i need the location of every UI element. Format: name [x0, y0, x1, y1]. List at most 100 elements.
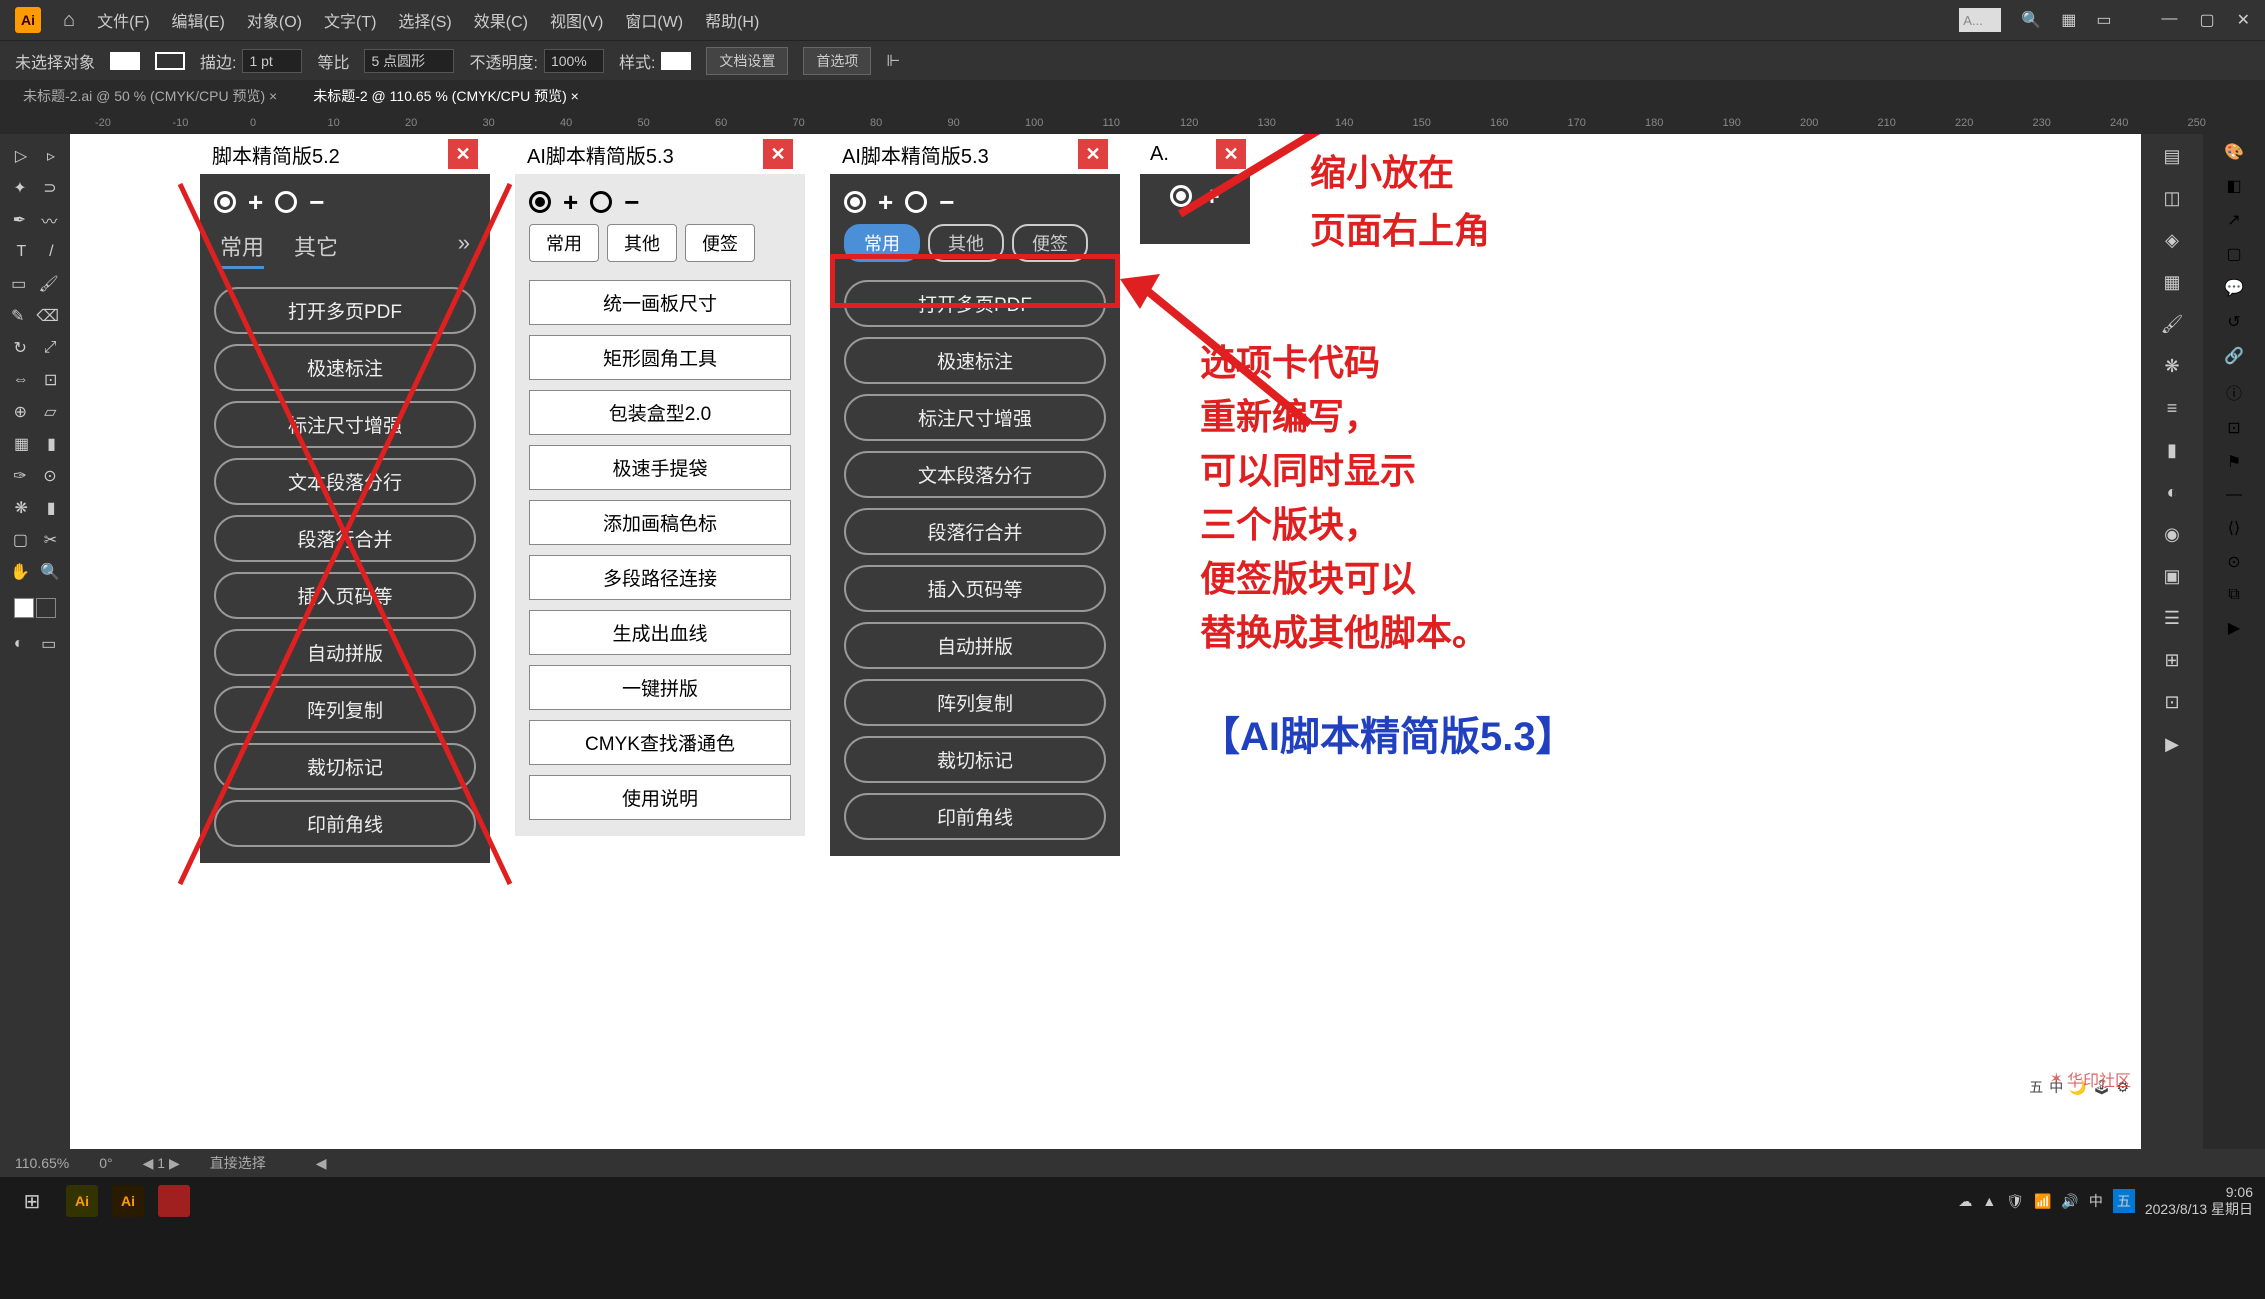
- menu-object[interactable]: 对象(O): [247, 8, 302, 32]
- swatches-icon[interactable]: ▦: [2158, 268, 2186, 296]
- scale-tool-icon[interactable]: ⤢: [44, 339, 57, 357]
- script-button[interactable]: 插入页码等: [844, 565, 1106, 612]
- menu-edit[interactable]: 编辑(E): [172, 8, 225, 32]
- blend-tool-icon[interactable]: ⊙: [43, 466, 56, 486]
- symbol-sprayer-tool-icon[interactable]: ❋: [14, 498, 27, 518]
- script-button[interactable]: 自动拼版: [214, 629, 476, 676]
- radio-off-icon[interactable]: [590, 191, 612, 213]
- tab-common[interactable]: 常用: [844, 224, 920, 262]
- brush-tool-icon[interactable]: 🖌: [39, 274, 59, 294]
- magic-wand-tool-icon[interactable]: ✦: [13, 178, 26, 198]
- align-icon[interactable]: ☰: [2158, 604, 2186, 632]
- minimize-icon[interactable]: —: [2161, 10, 2177, 30]
- menu-type[interactable]: 文字(T): [324, 8, 376, 32]
- navigator-icon[interactable]: ⊡: [2227, 418, 2240, 438]
- tray-icon[interactable]: ☁: [1958, 1193, 1972, 1210]
- search-icon[interactable]: 🔍: [2021, 10, 2041, 30]
- libraries-icon[interactable]: ◈: [2158, 226, 2186, 254]
- menu-help[interactable]: 帮助(H): [705, 8, 759, 32]
- clock[interactable]: 9:06 2023/8/13 星期日: [2145, 1184, 2253, 1218]
- ai-app-icon[interactable]: Ai: [66, 1185, 98, 1217]
- tray-icon[interactable]: ▲: [1982, 1193, 1996, 1209]
- actions-icon[interactable]: ▶: [2158, 730, 2186, 758]
- script-button[interactable]: 自动拼版: [844, 622, 1106, 669]
- tray-ime2[interactable]: 五: [2113, 1189, 2135, 1213]
- script-button[interactable]: 裁切标记: [214, 743, 476, 790]
- history-icon[interactable]: ↺: [2227, 312, 2240, 332]
- script-button[interactable]: 多段路径连接: [529, 555, 791, 600]
- script-button[interactable]: 文本段落分行: [214, 458, 476, 505]
- fill-swatch[interactable]: [110, 52, 140, 70]
- script-button[interactable]: CMYK查找潘通色: [529, 720, 791, 765]
- tab-doc1[interactable]: 未标题-2.ai @ 50 % (CMYK/CPU 预览) ×: [15, 86, 285, 106]
- script-button[interactable]: 生成出血线: [529, 610, 791, 655]
- close-icon[interactable]: ✕: [2237, 10, 2250, 30]
- brushes-icon[interactable]: 🖌: [2158, 310, 2186, 338]
- menu-window[interactable]: 窗口(W): [625, 8, 683, 32]
- menu-select[interactable]: 选择(S): [398, 8, 451, 32]
- script-button[interactable]: 印前角线: [844, 793, 1106, 840]
- script-button[interactable]: 极速标注: [214, 344, 476, 391]
- tab-common[interactable]: 常用: [220, 230, 264, 269]
- svg-icon[interactable]: ⊙: [2227, 552, 2240, 572]
- rotate-indicator[interactable]: 0°: [99, 1155, 112, 1171]
- tab-doc2[interactable]: 未标题-2 @ 110.65 % (CMYK/CPU 预览) ×: [305, 86, 587, 106]
- app-icon[interactable]: [158, 1185, 190, 1217]
- perspective-tool-icon[interactable]: ▱: [44, 402, 56, 422]
- script-button[interactable]: 包装盒型2.0: [529, 390, 791, 435]
- menu-file[interactable]: 文件(F): [97, 8, 149, 32]
- script-button[interactable]: 打开多页PDF: [844, 280, 1106, 327]
- width-tool-icon[interactable]: ⇔: [13, 371, 29, 389]
- transparency-icon[interactable]: ◐: [2158, 478, 2186, 506]
- start-icon[interactable]: ⊞: [12, 1181, 52, 1221]
- mesh-tool-icon[interactable]: ▦: [14, 434, 29, 454]
- radio-off-icon[interactable]: [905, 191, 927, 213]
- screen-mode-icon[interactable]: ▭: [41, 634, 56, 654]
- ai-app-icon-2[interactable]: Ai: [112, 1185, 144, 1217]
- shape-builder-tool-icon[interactable]: ⊕: [14, 402, 27, 422]
- stroke-width-input[interactable]: [242, 49, 302, 73]
- script-button[interactable]: 使用说明: [529, 775, 791, 820]
- script-button[interactable]: 段落行合并: [214, 515, 476, 562]
- opacity-input[interactable]: [544, 49, 604, 73]
- graph-tool-icon[interactable]: ▮: [47, 498, 56, 518]
- close-button[interactable]: ✕: [1078, 139, 1108, 169]
- style-swatch[interactable]: [661, 52, 691, 70]
- color-icon[interactable]: 🎨: [2224, 142, 2244, 162]
- maximize-icon[interactable]: ▢: [2199, 10, 2214, 30]
- selection-tool-icon[interactable]: ▷: [15, 146, 27, 166]
- css-icon[interactable]: ⟨⟩: [2228, 518, 2240, 538]
- radio-on-icon[interactable]: [844, 191, 866, 213]
- pathfinder-icon[interactable]: ⊞: [2158, 646, 2186, 674]
- graphic-styles-icon[interactable]: ▣: [2158, 562, 2186, 590]
- stroke-icon[interactable]: ≡: [2158, 394, 2186, 422]
- script-button[interactable]: 印前角线: [214, 800, 476, 847]
- tab-notes[interactable]: 便签: [685, 224, 755, 262]
- artboard-nav[interactable]: ◀ 1 ▶: [143, 1155, 180, 1172]
- free-transform-tool-icon[interactable]: ⊡: [44, 370, 57, 390]
- close-button[interactable]: ✕: [763, 139, 793, 169]
- artboard-tool-icon[interactable]: ▢: [13, 530, 28, 550]
- eraser-tool-icon[interactable]: ⌫: [36, 306, 59, 326]
- script-button[interactable]: 阵列复制: [214, 686, 476, 733]
- menu-effect[interactable]: 效果(C): [474, 8, 528, 32]
- close-button[interactable]: ✕: [448, 139, 478, 169]
- comments-icon[interactable]: 💬: [2224, 278, 2244, 298]
- script-button[interactable]: 矩形圆角工具: [529, 335, 791, 380]
- play-icon[interactable]: ▶: [2228, 618, 2240, 638]
- canvas[interactable]: 脚本精简版5.2✕ +− 常用 其它 » 打开多页PDF 极速标注 标注尺寸增强…: [70, 134, 2141, 1149]
- info-icon[interactable]: ⓘ: [2226, 380, 2242, 404]
- script-button[interactable]: 极速标注: [844, 337, 1106, 384]
- properties-icon[interactable]: ▤: [2158, 142, 2186, 170]
- eyedropper-tool-icon[interactable]: ✑: [13, 466, 26, 486]
- tab-other[interactable]: 其它: [294, 230, 338, 269]
- variables-icon[interactable]: ⚑: [2227, 452, 2241, 472]
- doc-setup-button[interactable]: 文档设置: [706, 47, 788, 75]
- prefs-button[interactable]: 首选项: [803, 47, 871, 75]
- tray-icon[interactable]: 📶: [2034, 1193, 2051, 1210]
- tab-notes[interactable]: 便签: [1012, 224, 1088, 262]
- tab-common[interactable]: 常用: [529, 224, 599, 262]
- link2-icon[interactable]: ⧉: [2228, 586, 2239, 604]
- home-icon[interactable]: ⌂: [63, 9, 75, 32]
- draw-mode-icon[interactable]: ◐: [14, 635, 24, 653]
